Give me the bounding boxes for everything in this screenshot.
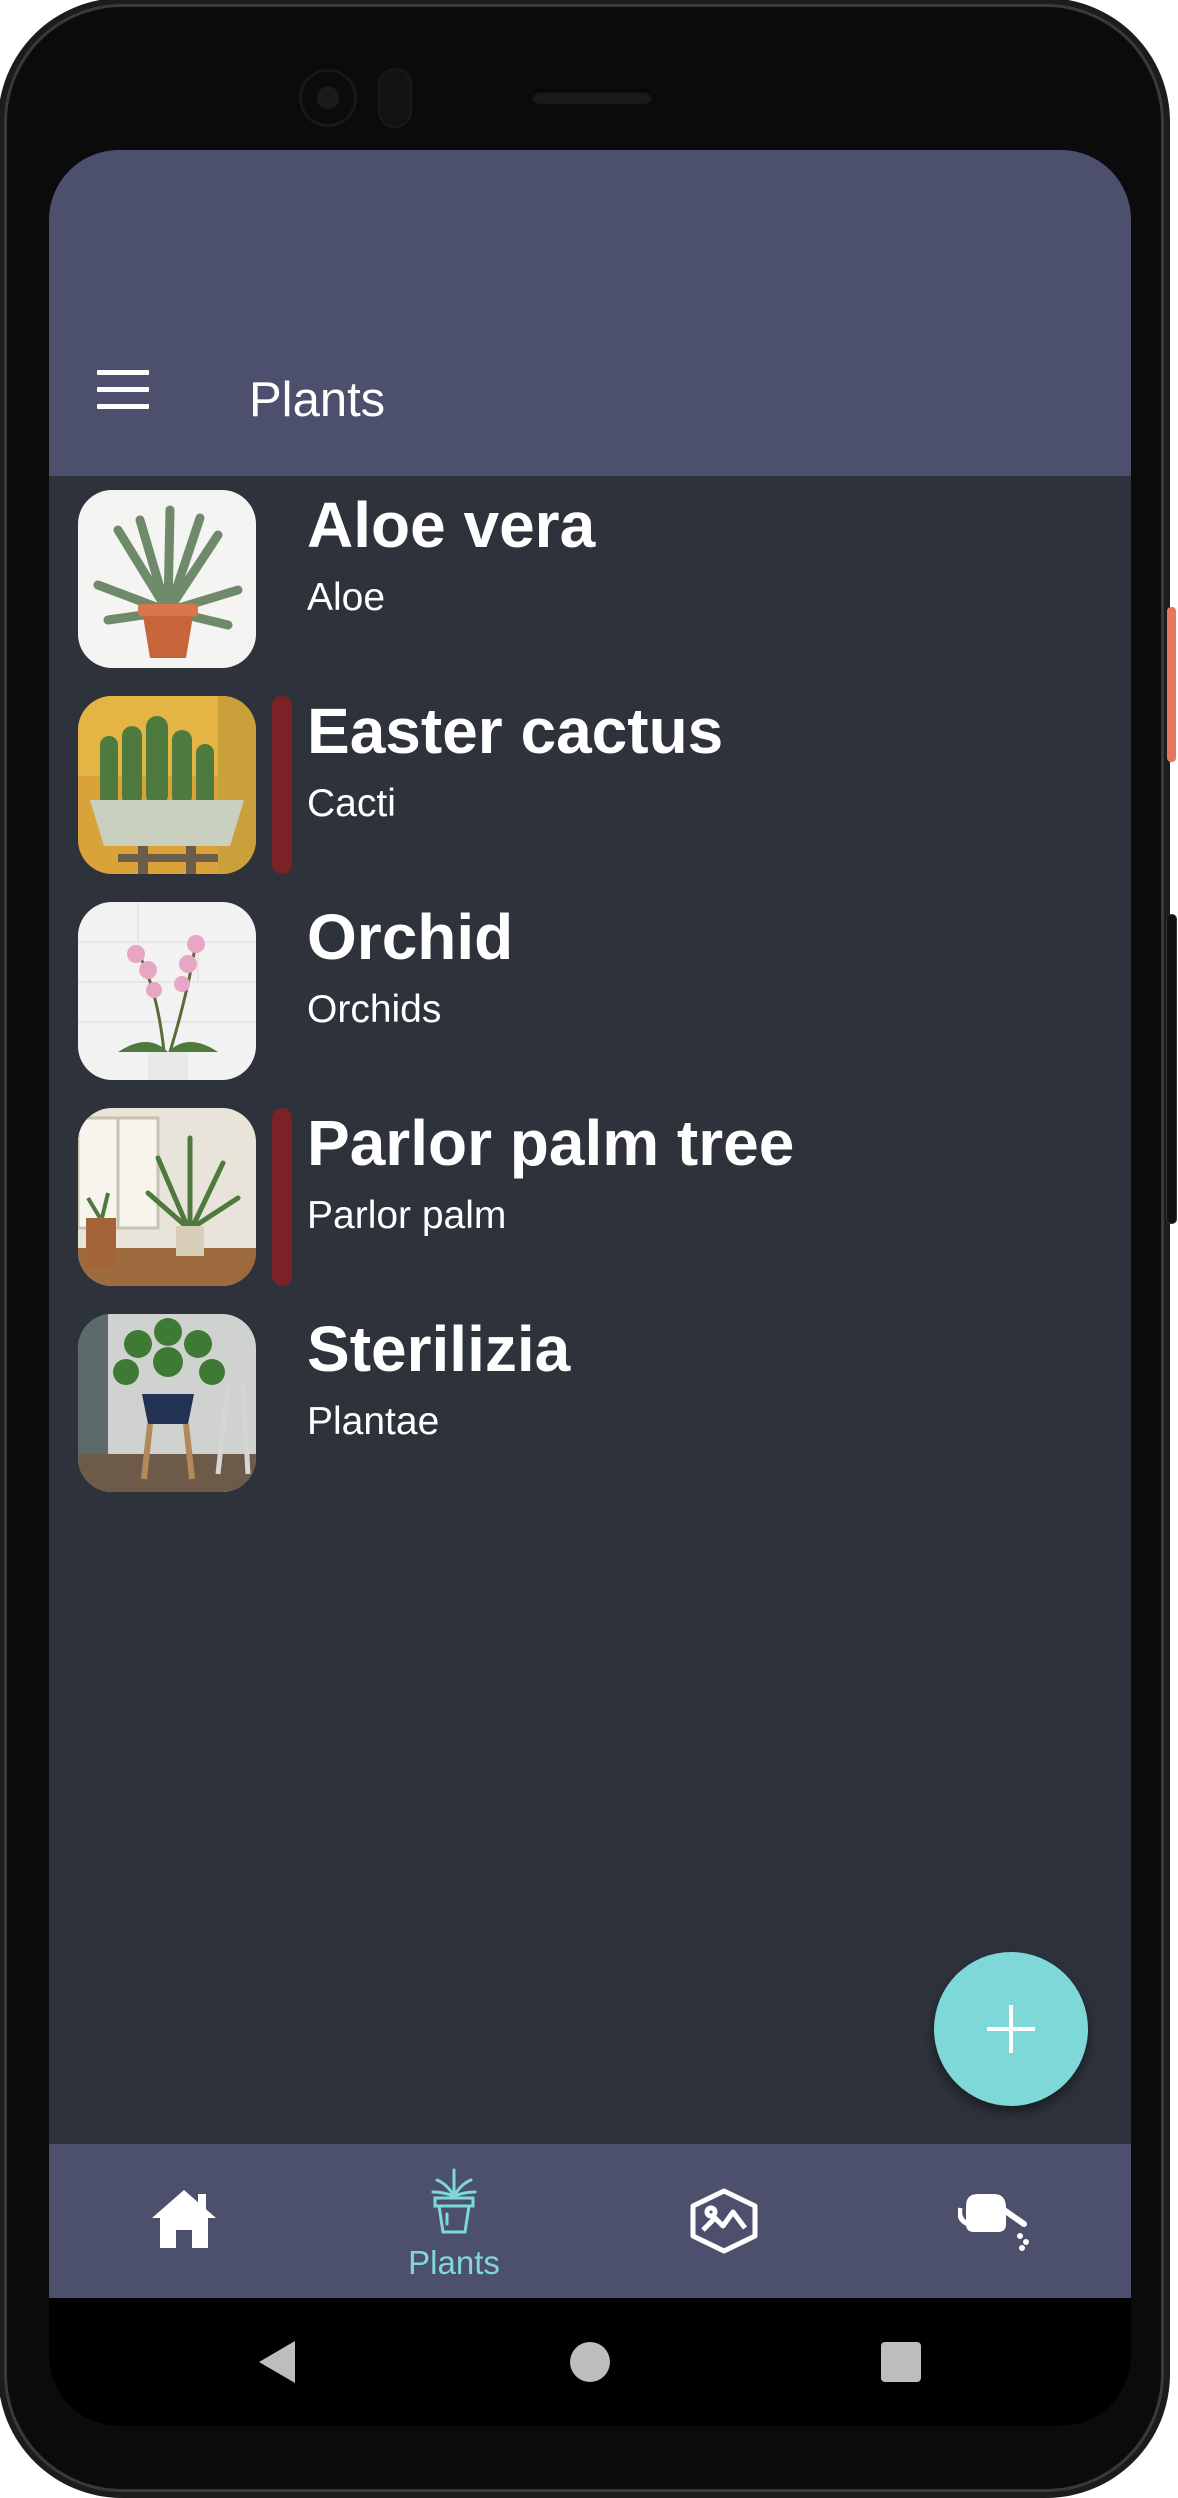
nav-watering[interactable] — [859, 2144, 1129, 2298]
hamburger-menu-icon — [97, 370, 149, 375]
watering-can-icon — [958, 2194, 1029, 2251]
attention-flag — [272, 696, 292, 874]
power-button — [1167, 607, 1176, 762]
plant-name: Sterilizia — [307, 1313, 571, 1385]
home-icon — [152, 2190, 216, 2248]
plant-list-item[interactable]: Easter cactus Cacti — [49, 682, 1131, 888]
plant-list-item[interactable]: Parlor palm tree Parlor palm — [49, 1094, 1131, 1300]
plant-group: Parlor palm — [307, 1194, 507, 1237]
plant-group: Cacti — [307, 782, 396, 825]
front-camera — [302, 72, 354, 124]
proximity-sensor — [380, 70, 410, 126]
plant-list-item[interactable]: Orchid Orchids — [49, 888, 1131, 1094]
nav-plants[interactable]: Plants — [319, 2144, 589, 2298]
plant-name: Orchid — [307, 901, 514, 973]
add-plant-button[interactable] — [934, 1952, 1088, 2106]
home-circle-icon[interactable] — [569, 2341, 611, 2383]
plant-photo — [78, 902, 256, 1080]
plant-photo — [78, 696, 256, 874]
potted-plant-icon — [431, 2168, 477, 2234]
plant-photo — [78, 490, 256, 668]
plant-group: Aloe — [307, 576, 386, 619]
plant-name: Parlor palm tree — [307, 1107, 795, 1179]
menu-button[interactable] — [97, 370, 151, 410]
hamburger-line — [97, 404, 149, 409]
plant-name: Easter cactus — [307, 695, 724, 767]
plant-photo — [78, 1108, 256, 1286]
phone-frame: Plants Aloe vera Aloe Easter cactus Cact… — [4, 4, 1164, 2492]
recents-square-icon[interactable] — [881, 2342, 921, 2382]
page-title: Plants — [249, 373, 386, 427]
plant-name: Aloe vera — [307, 489, 596, 561]
plant-list-item[interactable]: Aloe vera Aloe — [49, 476, 1131, 682]
plant-group: Plantae — [307, 1400, 440, 1443]
plant-photo — [78, 1314, 256, 1492]
nav-plants-label: Plants — [408, 2244, 500, 2281]
system-navigation-bar — [49, 2298, 1131, 2426]
bottom-navigation: Plants — [49, 2144, 1131, 2298]
hamburger-line — [97, 387, 149, 392]
volume-button — [1167, 915, 1176, 1223]
back-icon[interactable] — [257, 2339, 297, 2385]
nav-home[interactable] — [49, 2144, 319, 2298]
plant-list-item[interactable]: Sterilizia Plantae — [49, 1300, 1131, 1506]
nav-rooms[interactable] — [589, 2144, 859, 2298]
app-bar: Plants — [49, 150, 1131, 476]
earpiece-speaker — [532, 90, 652, 104]
attention-flag — [272, 1108, 292, 1286]
screen: Plants Aloe vera Aloe Easter cactus Cact… — [49, 150, 1131, 2426]
landscape-box-icon — [690, 2188, 758, 2254]
plant-group: Orchids — [307, 988, 442, 1031]
